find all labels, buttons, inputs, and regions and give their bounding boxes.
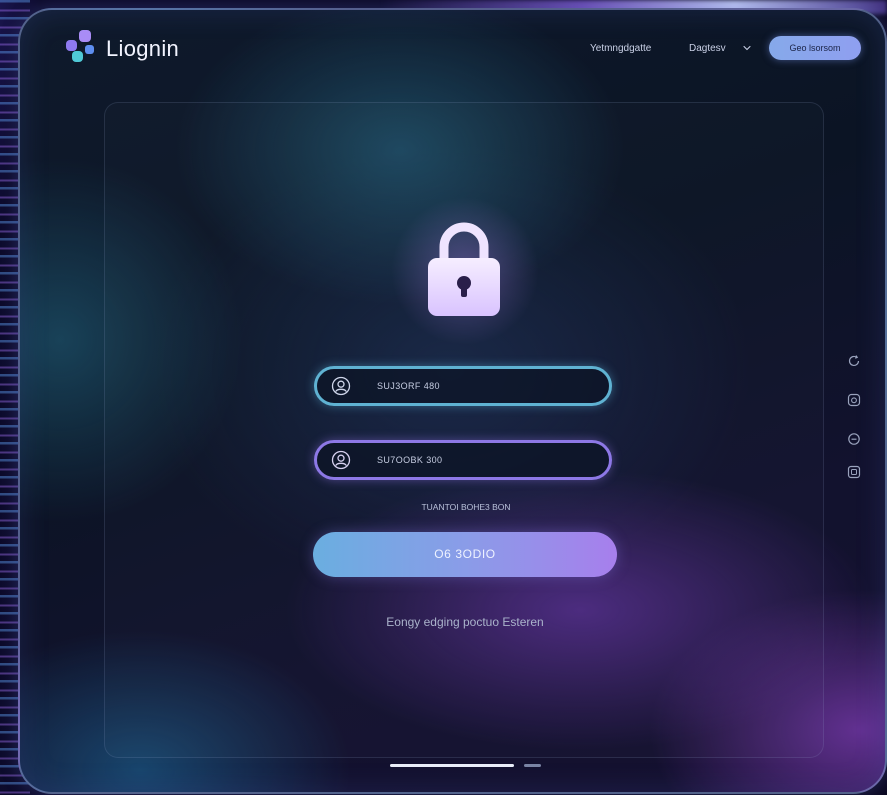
user-icon xyxy=(331,450,351,470)
nav-link-2[interactable]: Dagtesv xyxy=(689,43,726,54)
forgot-password-link[interactable]: TUANTOI BOHE3 BON xyxy=(396,502,536,512)
app-window: Liognin Yetmngdgatte Dagtesv Geo lsorsom xyxy=(18,8,887,794)
username-field[interactable] xyxy=(314,366,612,406)
footer-text: Eongy edging poctuo Esteren xyxy=(386,615,544,629)
nav-link-1[interactable]: Yetmngdgatte xyxy=(590,43,651,54)
header-cta-button[interactable]: Geo lsorsom xyxy=(769,36,861,60)
page-indicator-active[interactable] xyxy=(390,764,514,767)
password-input[interactable] xyxy=(377,455,577,465)
chevron-down-icon[interactable] xyxy=(742,43,752,53)
refresh-icon[interactable] xyxy=(847,354,861,368)
password-field[interactable] xyxy=(314,440,612,480)
page-indicator-inactive[interactable] xyxy=(524,764,541,767)
username-input[interactable] xyxy=(377,381,577,391)
square-icon[interactable] xyxy=(847,465,861,479)
brand-name: Liognin xyxy=(106,36,180,61)
minus-circle-icon[interactable] xyxy=(847,432,861,446)
login-button[interactable]: O6 3ODIO xyxy=(313,532,617,577)
lock-icon xyxy=(428,222,500,316)
screen: Liognin Yetmngdgatte Dagtesv Geo lsorsom xyxy=(0,0,887,795)
user-icon xyxy=(331,376,351,396)
logo-icon xyxy=(66,30,96,64)
instagram-icon[interactable] xyxy=(847,393,861,407)
